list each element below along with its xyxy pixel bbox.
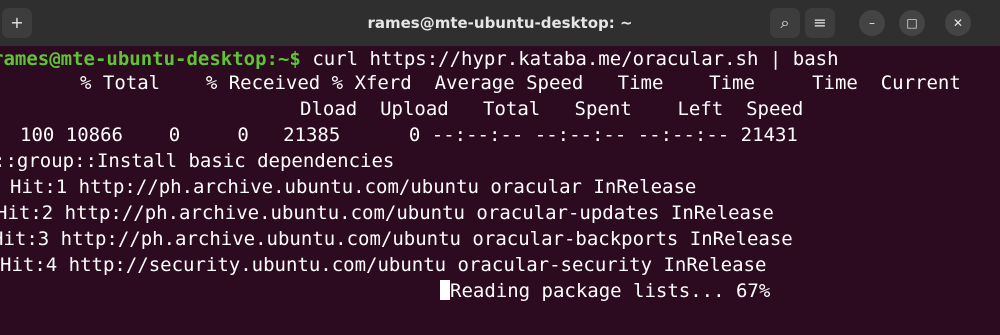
hamburger-menu-icon[interactable]: ≡ xyxy=(805,8,835,38)
output-line: 100 10866 0 0 21385 0 --:--:-- --:--:-- … xyxy=(20,124,798,146)
output-line: Dload Upload Total Spent Left Speed xyxy=(300,98,804,120)
output-line: Hit:1 http://ph.archive.ubuntu.com/ubunt… xyxy=(10,176,697,198)
terminal-cursor xyxy=(440,280,450,300)
output-line: Hit:3 http://ph.archive.ubuntu.com/ubunt… xyxy=(0,228,793,250)
progress-line: Reading package lists... 67% xyxy=(440,280,770,302)
command-line: rames@mte-ubuntu-desktop:~$ curl https:/… xyxy=(0,48,839,70)
terminal-window: + rames@mte-ubuntu-desktop: ~ ⌕ ≡ – □ ✕ … xyxy=(0,0,1000,335)
close-icon[interactable]: ✕ xyxy=(945,10,971,36)
search-icon[interactable]: ⌕ xyxy=(770,8,800,38)
output-line: % Total % Received % Xferd Average Speed… xyxy=(80,72,961,94)
maximize-icon[interactable]: □ xyxy=(899,10,925,36)
output-line: Hit:2 http://ph.archive.ubuntu.com/ubunt… xyxy=(0,202,774,224)
window-title: rames@mte-ubuntu-desktop: ~ xyxy=(367,14,633,32)
minimize-icon[interactable]: – xyxy=(859,10,885,36)
progress-text: Reading package lists... 67% xyxy=(450,280,771,302)
title-bar[interactable]: + rames@mte-ubuntu-desktop: ~ ⌕ ≡ – □ ✕ xyxy=(0,0,1000,46)
terminal-output[interactable]: rames@mte-ubuntu-desktop:~$ curl https:/… xyxy=(0,46,1000,335)
shell-prompt: rames@mte-ubuntu-desktop:~$ xyxy=(0,48,301,70)
output-line: ::group::Install basic dependencies xyxy=(0,150,395,172)
output-line: Hit:4 http://security.ubuntu.com/ubuntu … xyxy=(0,254,767,276)
command-text: curl https://hypr.kataba.me/oracular.sh … xyxy=(312,48,839,70)
